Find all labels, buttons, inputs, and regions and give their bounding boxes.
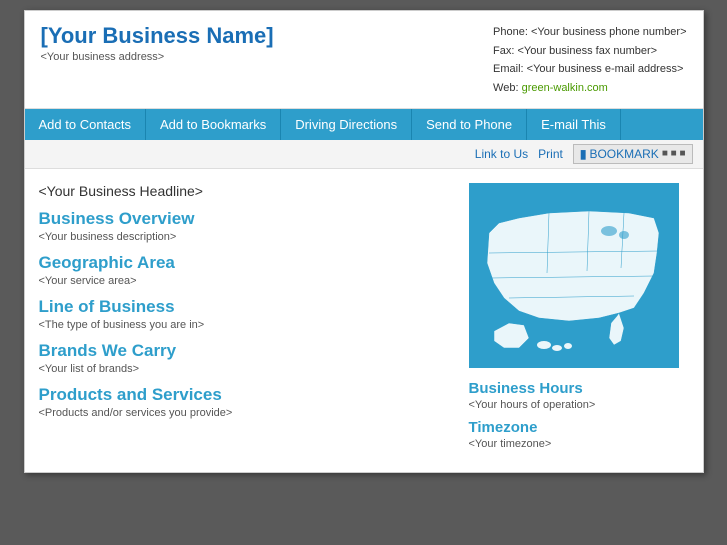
bookmark-icon: ▮ xyxy=(580,147,587,161)
overview-desc: <Your business description> xyxy=(39,231,455,243)
nav-add-to-bookmarks[interactable]: Add to Bookmarks xyxy=(146,109,281,140)
business-hours-title: Business Hours xyxy=(469,380,689,397)
header: [Your Business Name] <Your business addr… xyxy=(25,11,703,109)
timezone-title: Timezone xyxy=(469,419,689,436)
navbar: Add to Contacts Add to Bookmarks Driving… xyxy=(25,109,703,140)
web-label: Web: green-walkin.com xyxy=(493,79,686,98)
business-address: <Your business address> xyxy=(41,51,274,63)
brands-title: Brands We Carry xyxy=(39,341,455,361)
business-name: [Your Business Name] xyxy=(41,23,274,49)
phone-label: Phone: <Your business phone number> xyxy=(493,23,686,42)
geographic-desc: <Your service area> xyxy=(39,275,455,287)
web-link[interactable]: green-walkin.com xyxy=(522,82,608,94)
utility-bar: Link to Us Print ▮ BOOKMARK ■ ■ ■ xyxy=(25,140,703,169)
left-column: <Your Business Headline> Business Overvi… xyxy=(39,183,455,458)
email-label: Email: <Your business e-mail address> xyxy=(493,60,686,79)
bookmark-label: BOOKMARK xyxy=(589,147,658,161)
main-content: <Your Business Headline> Business Overvi… xyxy=(25,169,703,472)
print-link[interactable]: Print xyxy=(538,147,563,161)
geographic-title: Geographic Area xyxy=(39,253,455,273)
us-map-svg xyxy=(469,183,679,368)
nav-email-this[interactable]: E-mail This xyxy=(527,109,621,140)
link-to-us[interactable]: Link to Us xyxy=(475,147,528,161)
line-of-business-desc: <The type of business you are in> xyxy=(39,319,455,331)
products-desc: <Products and/or services you provide> xyxy=(39,407,455,419)
right-column: Business Hours <Your hours of operation>… xyxy=(469,183,689,458)
page-wrapper: [Your Business Name] <Your business addr… xyxy=(24,10,704,473)
header-right: Phone: <Your business phone number> Fax:… xyxy=(493,23,686,98)
fax-label: Fax: <Your business fax number> xyxy=(493,42,686,61)
bookmark-button[interactable]: ▮ BOOKMARK ■ ■ ■ xyxy=(573,144,693,164)
nav-send-to-phone[interactable]: Send to Phone xyxy=(412,109,527,140)
products-title: Products and Services xyxy=(39,385,455,405)
timezone-desc: <Your timezone> xyxy=(469,438,689,450)
line-of-business-title: Line of Business xyxy=(39,297,455,317)
business-hours-desc: <Your hours of operation> xyxy=(469,399,689,411)
bookmark-icons-extra: ■ ■ ■ xyxy=(662,148,686,159)
overview-title: Business Overview xyxy=(39,209,455,229)
nav-driving-directions[interactable]: Driving Directions xyxy=(281,109,412,140)
header-left: [Your Business Name] <Your business addr… xyxy=(41,23,274,63)
business-headline: <Your Business Headline> xyxy=(39,183,455,199)
nav-add-to-contacts[interactable]: Add to Contacts xyxy=(25,109,147,140)
map-container xyxy=(469,183,679,368)
brands-desc: <Your list of brands> xyxy=(39,363,455,375)
